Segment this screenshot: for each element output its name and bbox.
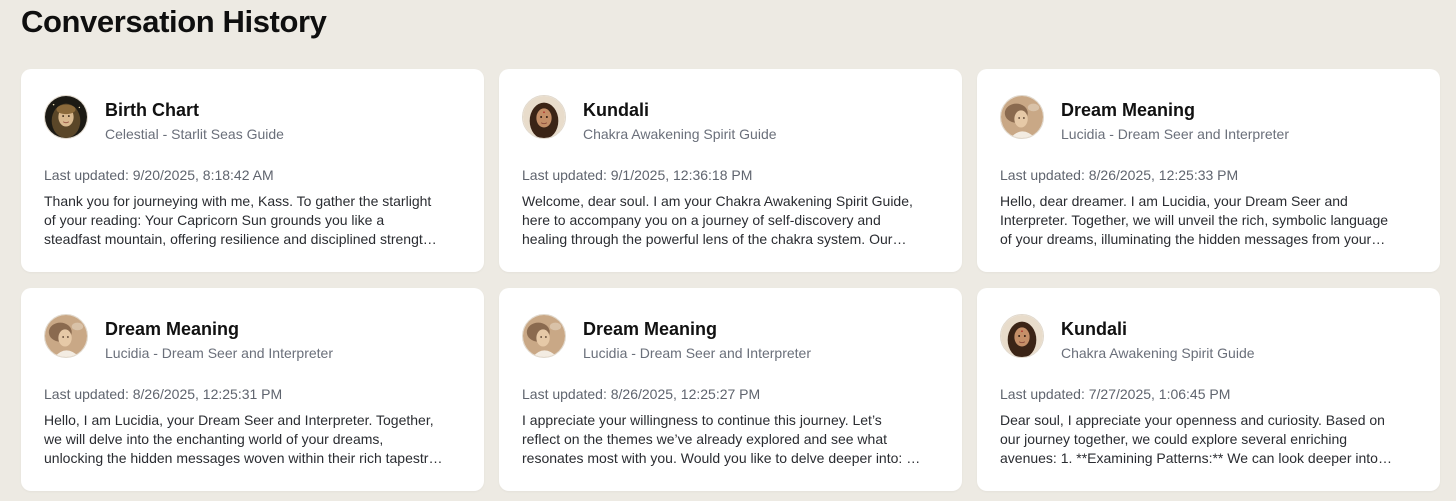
message-preview: Hello, dear dreamer. I am Lucidia, your … (1000, 193, 1389, 247)
page-title: Conversation History (21, 4, 327, 39)
conversation-title: Dream Meaning (583, 319, 718, 339)
conversation-card[interactable]: Dream Meaning Lucidia - Dream Seer and I… (21, 288, 484, 491)
conversation-title: Dream Meaning (1061, 100, 1196, 120)
conversation-grid: Birth Chart Celestial - Starlit Seas Gui… (21, 69, 1441, 491)
conversation-card[interactable]: Kundali Chakra Awakening Spirit Guide La… (977, 288, 1440, 491)
guide-name: Lucidia - Dream Seer and Interpreter (583, 345, 811, 361)
guide-name: Celestial - Starlit Seas Guide (105, 126, 284, 142)
last-updated-timestamp: Last updated: 8/26/2025, 12:25:33 PM (1000, 167, 1239, 183)
conversation-card[interactable]: Dream Meaning Lucidia - Dream Seer and I… (977, 69, 1440, 272)
message-preview: Hello, I am Lucidia, your Dream Seer and… (44, 412, 439, 466)
guide-name: Chakra Awakening Spirit Guide (583, 126, 777, 142)
guide-name: Lucidia - Dream Seer and Interpreter (105, 345, 333, 361)
chakra-guide-avatar-icon (522, 95, 566, 139)
conversation-card[interactable]: Dream Meaning Lucidia - Dream Seer and I… (499, 288, 962, 491)
conversation-title: Birth Chart (105, 100, 199, 120)
last-updated-timestamp: Last updated: 8/26/2025, 12:25:27 PM (522, 386, 761, 402)
message-preview: I appreciate your willingness to continu… (522, 412, 918, 466)
dream-seer-avatar-icon (44, 314, 88, 358)
conversation-title: Dream Meaning (105, 319, 240, 339)
last-updated-timestamp: Last updated: 7/27/2025, 1:06:45 PM (1000, 386, 1231, 402)
last-updated-timestamp: Last updated: 8/26/2025, 12:25:31 PM (44, 386, 283, 402)
chakra-guide-avatar-icon (1000, 314, 1044, 358)
celestial-guide-avatar-icon (44, 95, 88, 139)
message-preview: Thank you for journeying with me, Kass. … (44, 193, 435, 247)
conversation-card[interactable]: Kundali Chakra Awakening Spirit Guide La… (499, 69, 962, 272)
dream-seer-avatar-icon (1000, 95, 1044, 139)
last-updated-timestamp: Last updated: 9/20/2025, 8:18:42 AM (44, 167, 274, 183)
guide-name: Chakra Awakening Spirit Guide (1061, 345, 1255, 361)
conversation-title: Kundali (1061, 319, 1127, 339)
dream-seer-avatar-icon (522, 314, 566, 358)
last-updated-timestamp: Last updated: 9/1/2025, 12:36:18 PM (522, 167, 753, 183)
guide-name: Lucidia - Dream Seer and Interpreter (1061, 126, 1289, 142)
conversation-card[interactable]: Birth Chart Celestial - Starlit Seas Gui… (21, 69, 484, 272)
message-preview: Welcome, dear soul. I am your Chakra Awa… (522, 193, 913, 247)
conversation-title: Kundali (583, 100, 649, 120)
message-preview: Dear soul, I appreciate your openness an… (1000, 412, 1385, 466)
